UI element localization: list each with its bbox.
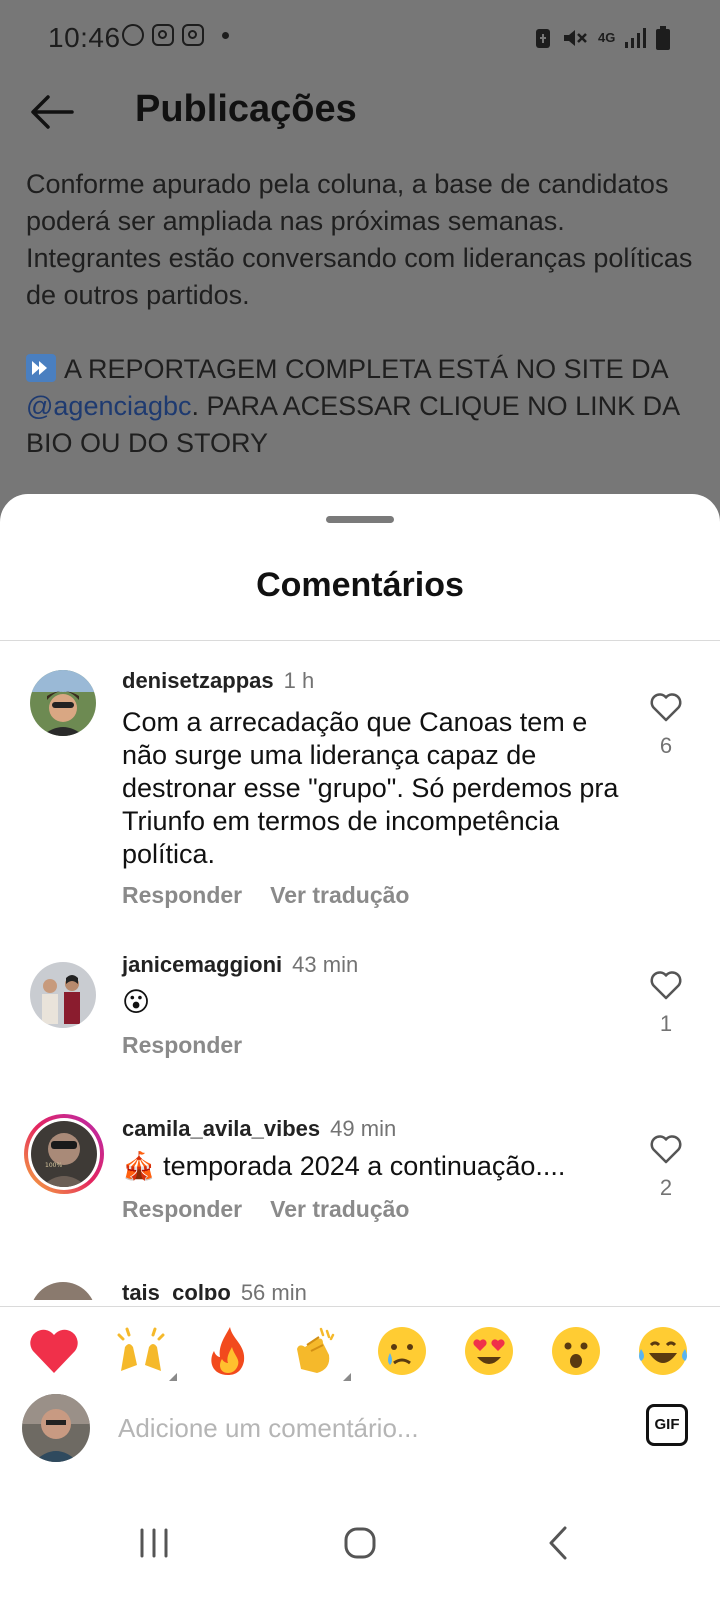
post-page-background: 10:46 4G Publicações Conforme apurado pe… (0, 0, 720, 520)
surprised-face-icon[interactable] (550, 1325, 602, 1377)
comment-time: 56 min (240, 1280, 307, 1300)
current-user-avatar (22, 1394, 90, 1462)
comments-sheet: Comentários denisetzappas 1 h Com a arrec… (0, 494, 720, 1600)
comment-item: janicemaggioni 43 min 😮 Responder 1 (0, 948, 720, 1088)
network-type: 4G (598, 30, 616, 45)
sheet-title: Comentários (256, 566, 464, 604)
skin-tone-indicator (343, 1373, 351, 1381)
post-caption: Conforme apurado pela coluna, a base de … (26, 166, 696, 462)
like-control: 1 (648, 970, 684, 1037)
heart-icon[interactable] (650, 970, 682, 1000)
battery-icon (656, 26, 670, 50)
mute-icon (564, 30, 587, 46)
raising-hands-icon[interactable] (115, 1325, 177, 1381)
skin-tone-indicator (169, 1373, 177, 1381)
comment-time: 43 min (292, 952, 359, 977)
back-nav-icon[interactable] (535, 1518, 585, 1568)
divider (0, 640, 720, 641)
notification-icons (122, 24, 229, 46)
caption-paragraph: A REPORTAGEM COMPLETA ESTÁ NO SITE DA @ag… (26, 351, 696, 462)
avatar[interactable] (30, 670, 96, 736)
heart-icon[interactable] (650, 1134, 682, 1164)
page-title: Publicações (135, 88, 357, 130)
signal-icon (625, 28, 646, 48)
back-arrow-icon[interactable] (28, 94, 76, 130)
comment-text: Com a arrecadação que Canoas tem e não s… (122, 707, 619, 869)
caption-text: A REPORTAGEM COMPLETA ESTÁ NO SITE DA (64, 354, 669, 384)
fast-forward-icon (26, 354, 56, 382)
see-translation-button[interactable]: Ver tradução (270, 1196, 409, 1222)
comment-time: 1 h (283, 668, 315, 693)
instagram-icon (152, 24, 174, 46)
caption-paragraph: Conforme apurado pela coluna, a base de … (26, 169, 693, 310)
like-count: 6 (659, 733, 673, 758)
reply-button[interactable]: Responder (122, 1196, 242, 1222)
comment-item: 100% camila_avila_vibes 49 min 🎪 temporad… (0, 1112, 720, 1252)
like-count: 1 (659, 1011, 673, 1036)
comment-username[interactable]: tais_colpo 56 min (122, 1280, 307, 1300)
comment-text: 😮 (122, 987, 151, 1017)
whatsapp-icon (122, 24, 144, 46)
fire-icon[interactable] (202, 1325, 254, 1377)
comment-username[interactable]: camila_avila_vibes 49 min (122, 1116, 396, 1142)
home-icon[interactable] (335, 1518, 385, 1568)
comment-item: tais_colpo 56 min (0, 1276, 720, 1300)
like-control: 2 (648, 1134, 684, 1201)
comment-text: 🎪 temporada 2024 a continuação.... (122, 1151, 566, 1181)
instagram-icon (182, 24, 204, 46)
comment-username[interactable]: janicemaggioni 43 min (122, 952, 358, 978)
like-count: 2 (659, 1175, 673, 1200)
comment-time: 49 min (330, 1116, 397, 1141)
comment-item: denisetzappas 1 h Com a arrecadação que C… (0, 654, 720, 924)
heart-eyes-icon[interactable] (463, 1325, 515, 1377)
reply-button[interactable]: Responder (122, 882, 242, 908)
avatar[interactable] (30, 1282, 96, 1300)
comment-composer: GIF (0, 1394, 720, 1484)
comment-actions: Responder Ver tradução (122, 1196, 409, 1223)
avatar-with-story-ring[interactable]: 100% (24, 1114, 104, 1194)
reply-button[interactable]: Responder (122, 1032, 242, 1058)
see-translation-button[interactable]: Ver tradução (270, 882, 409, 908)
clapping-hands-icon[interactable] (289, 1325, 351, 1381)
sheet-drag-handle[interactable] (326, 516, 394, 523)
battery-saver-icon (536, 29, 550, 48)
heart-icon[interactable] (650, 692, 682, 722)
comment-username[interactable]: denisetzappas 1 h (122, 668, 314, 694)
more-notifications-icon (222, 31, 229, 39)
recent-apps-icon[interactable] (130, 1518, 180, 1568)
system-navigation-bar (0, 1490, 720, 1600)
avatar[interactable] (30, 962, 96, 1028)
red-heart-icon[interactable] (28, 1325, 80, 1377)
comments-list[interactable]: denisetzappas 1 h Com a arrecadação que C… (0, 642, 720, 1300)
svg-text:100%: 100% (45, 1162, 62, 1169)
comment-input[interactable] (116, 1412, 600, 1445)
like-control: 6 (648, 692, 684, 759)
quick-reactions-bar (0, 1306, 720, 1397)
status-bar: 10:46 4G (0, 0, 720, 80)
mention-link[interactable]: @agenciagbc (26, 391, 192, 421)
comment-actions: Responder (122, 1032, 242, 1059)
gif-button[interactable]: GIF (646, 1404, 688, 1446)
tears-of-joy-icon[interactable] (637, 1325, 689, 1377)
comment-actions: Responder Ver tradução (122, 882, 409, 909)
status-time: 10:46 (48, 22, 121, 53)
app-header: Publicações (0, 80, 720, 144)
crying-face-icon[interactable] (376, 1325, 428, 1377)
system-icons: 4G (534, 26, 670, 50)
